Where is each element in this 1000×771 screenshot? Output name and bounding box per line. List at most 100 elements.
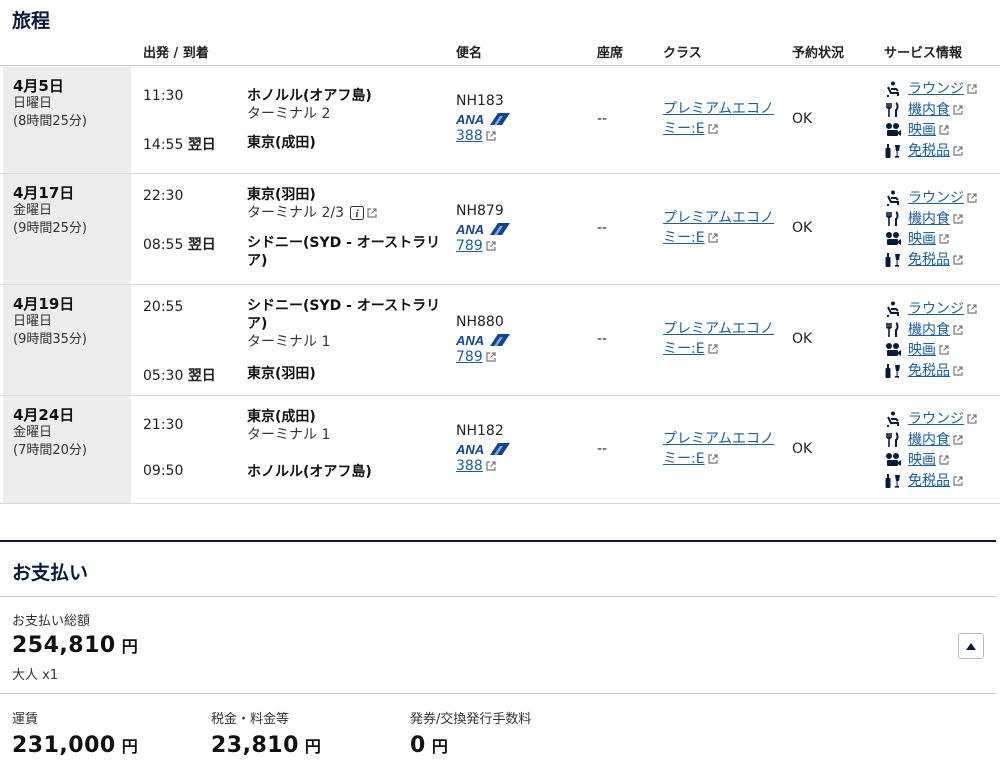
service-label: 映画 bbox=[908, 342, 936, 358]
ana-logo-icon: ANA bbox=[456, 112, 510, 126]
issue-fee-label: 発券/交換発行手数料 bbox=[410, 712, 532, 727]
fare-class-link[interactable]: プレミアムエコノミー:E bbox=[663, 431, 774, 467]
service-item: 免税品 bbox=[884, 471, 977, 492]
departure-place: 東京(羽田) ターミナル 2/3 i bbox=[247, 186, 447, 222]
divider bbox=[0, 596, 996, 597]
segment-duration: (9時間35分) bbox=[13, 332, 87, 347]
fare-class-link[interactable]: プレミアムエコノミー:E bbox=[663, 210, 774, 246]
departure-terminal: ターミナル 1 bbox=[247, 426, 447, 444]
svg-text:ANA: ANA bbox=[456, 222, 484, 236]
service-info-list: ラウンジ 機内食 映画免税品 bbox=[884, 299, 977, 381]
external-link-icon bbox=[939, 234, 949, 244]
movie-link[interactable]: 映画 bbox=[908, 229, 949, 250]
flight-segment-row: 4月5日 日曜日 (8時間25分) 11:30 14:55 翌日 ホノルル(オア… bbox=[0, 67, 1000, 174]
arrival-place: シドニー(SYD - オーストラリア) bbox=[247, 234, 447, 270]
service-label: ラウンジ bbox=[908, 411, 964, 427]
duty-free-bottle-icon bbox=[885, 143, 900, 158]
aircraft-type-link[interactable]: 388 bbox=[456, 128, 496, 144]
external-link-icon bbox=[953, 434, 963, 445]
fare-class-link[interactable]: プレミアムエコノミー:E bbox=[663, 101, 774, 137]
duty-free-link[interactable]: 免税品 bbox=[908, 361, 963, 382]
collapse-toggle-button[interactable] bbox=[958, 633, 984, 659]
service-label: 機内食 bbox=[908, 210, 950, 227]
movie-link[interactable]: 映画 bbox=[908, 450, 949, 471]
lounge-chair-icon bbox=[887, 190, 899, 207]
fork-knife-icon bbox=[886, 321, 899, 337]
class-info: プレミアムエコノミー:E bbox=[663, 319, 783, 359]
service-item: 映画 bbox=[884, 120, 977, 141]
departure-terminal-text: ターミナル 1 bbox=[247, 334, 331, 350]
currency-label: 円 bbox=[431, 737, 449, 756]
inflight-meal-link[interactable]: 機内食 bbox=[908, 209, 963, 230]
segment-day-of-week: 金曜日 bbox=[13, 425, 53, 440]
aircraft-type-link[interactable]: 789 bbox=[456, 349, 496, 365]
class-info: プレミアムエコノミー:E bbox=[663, 99, 783, 139]
external-link-icon bbox=[953, 104, 963, 115]
segment-date-cell: 4月5日 日曜日 (8時間25分) bbox=[3, 67, 131, 173]
ana-logo-icon: ANA bbox=[456, 222, 510, 236]
departure-city: ホノルル(オアフ島) bbox=[247, 88, 372, 104]
external-link-icon bbox=[939, 125, 949, 135]
fork-knife-icon bbox=[886, 431, 899, 447]
aircraft-type-link[interactable]: 388 bbox=[456, 458, 496, 474]
issue-fee-amount: 0円 bbox=[410, 733, 448, 758]
departure-time: 21:30 bbox=[143, 417, 184, 433]
fork-knife-icon bbox=[886, 210, 899, 226]
tax-amount-value: 23,810 bbox=[211, 733, 299, 758]
segment-day-of-week: 日曜日 bbox=[13, 96, 53, 111]
tax-label: 税金・料金等 bbox=[211, 712, 290, 727]
arrival-city: ホノルル(オアフ島) bbox=[247, 464, 372, 480]
segment-duration: (8時間25分) bbox=[13, 114, 87, 129]
external-link-icon bbox=[953, 365, 963, 376]
lounge-link[interactable]: ラウンジ bbox=[908, 188, 977, 209]
flight-segment-row: 4月19日 日曜日 (9時間35分) 20:55 05:30 翌日 シドニー(S… bbox=[0, 285, 1000, 396]
next-day-label: 翌日 bbox=[187, 368, 216, 384]
duty-free-link[interactable]: 免税品 bbox=[908, 250, 963, 271]
duty-free-link[interactable]: 免税品 bbox=[908, 141, 963, 162]
seat-value: -- bbox=[597, 331, 608, 347]
external-link-icon bbox=[953, 145, 963, 156]
flight-info: NH183 ANA 388 bbox=[456, 92, 510, 144]
departure-time: 11:30 bbox=[143, 88, 184, 104]
aircraft-type-link[interactable]: 789 bbox=[456, 238, 496, 254]
header-class: クラス bbox=[663, 46, 702, 61]
service-item: 免税品 bbox=[884, 250, 977, 271]
flight-segment-row: 4月17日 金曜日 (9時間25分) 22:30 08:55 翌日 東京(羽田)… bbox=[0, 174, 1000, 285]
svg-text:ANA: ANA bbox=[456, 333, 484, 347]
fork-knife-icon bbox=[886, 101, 899, 117]
class-info: プレミアムエコノミー:E bbox=[663, 429, 783, 469]
payment-title: お支払い bbox=[12, 562, 89, 584]
header-flight: 便名 bbox=[456, 46, 483, 61]
service-item: 機内食 bbox=[884, 100, 977, 121]
lounge-link[interactable]: ラウンジ bbox=[908, 79, 977, 100]
inflight-meal-link[interactable]: 機内食 bbox=[908, 100, 963, 121]
lounge-link[interactable]: ラウンジ bbox=[908, 299, 977, 320]
movie-link[interactable]: 映画 bbox=[908, 340, 949, 361]
movie-link[interactable]: 映画 bbox=[908, 120, 949, 141]
departure-place: 東京(成田) ターミナル 1 bbox=[247, 408, 447, 444]
seat-value: -- bbox=[597, 441, 608, 457]
arrival-place: ホノルル(オアフ島) bbox=[247, 463, 447, 481]
header-seat: 座席 bbox=[597, 46, 624, 61]
external-link-icon bbox=[367, 208, 377, 218]
segment-duration: (9時間25分) bbox=[13, 221, 87, 236]
service-label: 免税品 bbox=[908, 142, 950, 159]
caret-up-icon bbox=[966, 642, 976, 650]
segment-day-of-week: 日曜日 bbox=[13, 314, 53, 329]
segment-date: 4月17日 bbox=[13, 184, 75, 202]
header-services: サービス情報 bbox=[884, 46, 963, 61]
arrival-time-wrap: 14:55 翌日 bbox=[143, 134, 216, 154]
departure-terminal: ターミナル 2 bbox=[247, 105, 447, 123]
external-link-icon bbox=[486, 461, 496, 471]
info-icon[interactable]: i bbox=[349, 206, 364, 220]
arrival-time-wrap: 05:30 翌日 bbox=[143, 365, 216, 385]
fare-class-link[interactable]: プレミアムエコノミー:E bbox=[663, 321, 774, 357]
segment-date-cell: 4月17日 金曜日 (9時間25分) bbox=[3, 174, 131, 284]
aircraft-type: 388 bbox=[456, 128, 483, 144]
issue-fee-amount-value: 0 bbox=[410, 733, 426, 758]
inflight-meal-link[interactable]: 機内食 bbox=[908, 430, 963, 451]
duty-free-link[interactable]: 免税品 bbox=[908, 471, 963, 492]
lounge-link[interactable]: ラウンジ bbox=[908, 409, 977, 430]
inflight-meal-link[interactable]: 機内食 bbox=[908, 320, 963, 341]
flight-info: NH182 ANA 388 bbox=[456, 422, 510, 474]
